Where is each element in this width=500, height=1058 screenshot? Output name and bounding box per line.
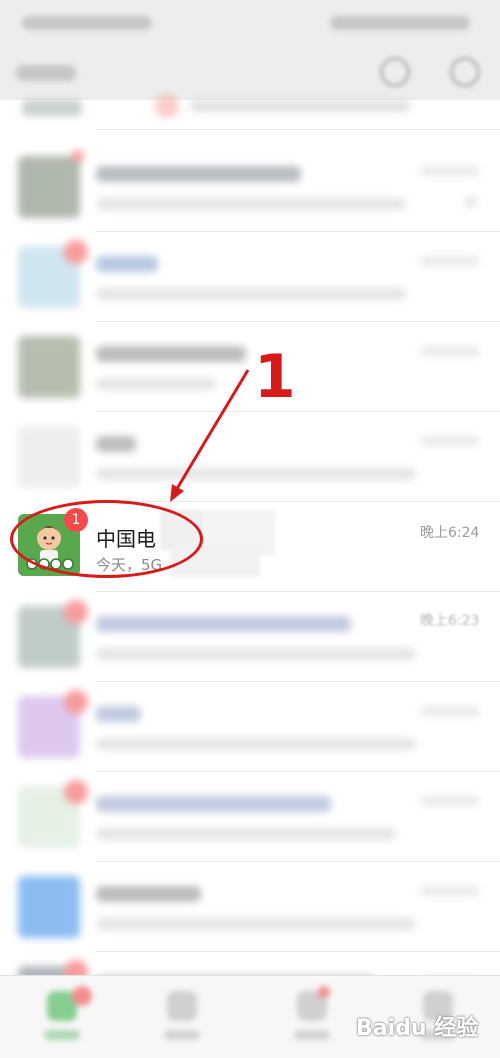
unread-dot — [318, 986, 330, 998]
chat-row-6[interactable]: 晚上6:23 — [0, 592, 500, 682]
avatar — [18, 426, 80, 488]
chat-row-0[interactable] — [0, 90, 500, 130]
highlight-ellipse — [10, 500, 203, 578]
tab-contacts[interactable] — [152, 986, 212, 1048]
chat-row-9[interactable] — [0, 862, 500, 952]
avatar — [18, 156, 80, 218]
step-number: 1 — [254, 342, 296, 412]
unread-badge — [64, 780, 88, 804]
avatar — [18, 336, 80, 398]
tab-discover[interactable] — [282, 986, 342, 1048]
unread-badge — [72, 986, 92, 1006]
status-bar — [0, 0, 500, 45]
avatar — [18, 876, 80, 938]
status-left-blur — [22, 16, 152, 30]
add-icon[interactable] — [450, 57, 480, 87]
chat-row-3[interactable] — [0, 322, 500, 412]
tab-chats[interactable] — [32, 986, 92, 1048]
unread-badge — [64, 600, 88, 624]
chat-row-2[interactable] — [0, 232, 500, 322]
unread-badge — [64, 690, 88, 714]
unread-dot — [72, 150, 84, 162]
status-right-blur — [330, 16, 470, 30]
search-icon[interactable] — [380, 57, 410, 87]
watermark: Baidu 经验 — [356, 1016, 479, 1041]
chat-row-4[interactable] — [0, 412, 500, 502]
header-title-blur — [16, 65, 76, 81]
unread-badge — [64, 240, 88, 264]
chat-row-1[interactable] — [0, 142, 500, 232]
row-divider — [96, 129, 500, 130]
contacts-icon — [167, 991, 197, 1021]
chat-row-7[interactable] — [0, 682, 500, 772]
chat-time: 晚上6:24 — [420, 525, 480, 541]
chat-row-8[interactable] — [0, 772, 500, 862]
chat-time: 晚上6:23 — [420, 613, 480, 629]
